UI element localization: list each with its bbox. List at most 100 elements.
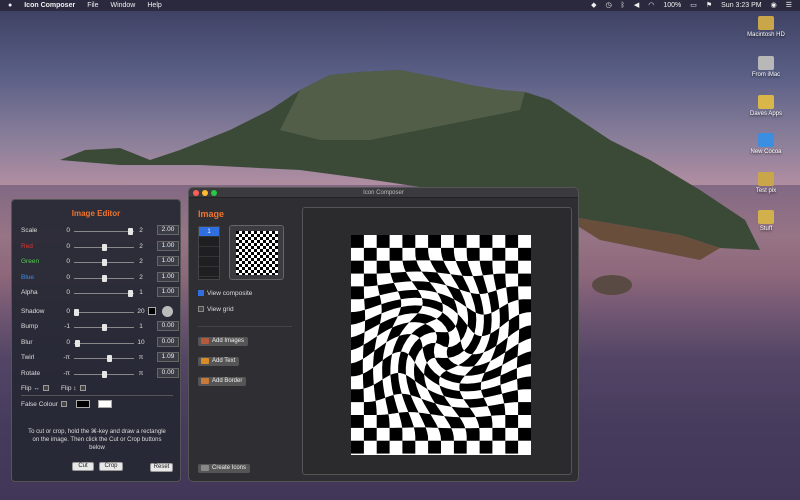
blur-value-field[interactable]: 0.00 — [157, 336, 179, 347]
time-machine-icon[interactable]: ◷ — [606, 0, 612, 11]
slider-knob[interactable] — [102, 259, 107, 266]
slider-knob[interactable] — [102, 324, 107, 331]
false-colour-well-1[interactable] — [76, 400, 90, 408]
checker-square — [351, 260, 364, 274]
menu-file[interactable]: File — [87, 2, 98, 9]
flip-horizontal-checkbox[interactable] — [42, 385, 49, 392]
blur-slider[interactable] — [74, 339, 134, 347]
desktop-icon-stuff[interactable]: Stuff — [742, 210, 790, 232]
dropbox-icon[interactable]: ◆ — [591, 0, 596, 11]
slider-knob[interactable] — [74, 309, 79, 316]
wifi-icon[interactable]: ◠ — [648, 0, 654, 11]
desktop-icon-test-pix[interactable]: Test pix — [742, 172, 790, 194]
alpha-value-field[interactable]: 1.00 — [157, 287, 179, 297]
desktop-icon-daves-apps[interactable]: Daves Apps — [742, 95, 790, 117]
menu-help[interactable]: Help — [147, 2, 161, 9]
text-icon — [201, 358, 209, 364]
green-slider[interactable] — [74, 259, 134, 266]
view-composite-option[interactable]: View composite — [198, 290, 252, 297]
slider-knob[interactable] — [128, 290, 133, 297]
close-icon[interactable] — [193, 190, 199, 196]
battery-percent[interactable]: 100% — [663, 2, 681, 9]
slider-knob[interactable] — [102, 370, 107, 378]
false-colour-checkbox[interactable] — [60, 401, 67, 408]
image-thumbnail[interactable] — [229, 225, 284, 280]
battery-icon[interactable]: ▭ — [690, 0, 697, 11]
clock[interactable]: Sun 3:23 PM — [721, 2, 761, 9]
reset-button[interactable]: Reset — [150, 463, 173, 472]
volume-icon[interactable]: ◀ — [634, 0, 639, 11]
rotate-value-field[interactable]: 0.00 — [157, 367, 179, 378]
slider-max: 2 — [139, 227, 143, 234]
alpha-slider[interactable] — [74, 290, 134, 297]
desktop-icon-macintosh-hd[interactable]: Macintosh HD — [742, 16, 790, 38]
red-slider[interactable] — [74, 243, 134, 251]
image-canvas[interactable] — [302, 207, 572, 475]
slider-row-rotate: Rotate -π π 0.00 — [12, 367, 182, 380]
scale-slider[interactable] — [74, 228, 134, 235]
blue-slider[interactable] — [74, 274, 134, 282]
add-border-button[interactable]: Add Border — [198, 377, 247, 386]
slider-max: 2 — [139, 242, 143, 250]
desktop-icon-label: Macintosh HD — [747, 32, 785, 38]
slider-knob[interactable] — [107, 355, 112, 362]
scale-value-field[interactable]: 2.00 — [157, 225, 179, 235]
blue-value-field[interactable]: 1.00 — [157, 271, 179, 282]
view-grid-option[interactable]: View grid — [198, 306, 234, 313]
shadow-slider[interactable] — [74, 309, 134, 316]
shadow-angle-dial[interactable] — [162, 306, 173, 317]
flip-vertical-checkbox[interactable] — [79, 385, 86, 392]
add-text-button[interactable]: Add Text — [198, 357, 240, 366]
minimize-icon[interactable] — [202, 190, 208, 196]
image-slot-2[interactable] — [199, 237, 219, 247]
notification-center-icon[interactable]: ☰ — [786, 0, 792, 11]
crop-button[interactable]: Crop — [99, 462, 123, 471]
image-slot-4[interactable] — [199, 257, 219, 267]
slider-label: Scale — [21, 227, 38, 234]
bump-value-field[interactable]: 0.00 — [157, 321, 179, 331]
checker-square — [465, 428, 480, 441]
rotate-slider[interactable] — [74, 370, 134, 378]
divider — [198, 326, 292, 327]
red-value-field[interactable]: 1.00 — [157, 240, 179, 251]
slider-knob[interactable] — [128, 228, 133, 235]
bluetooth-icon[interactable]: ᛒ — [621, 0, 625, 11]
bump-slider[interactable] — [74, 324, 134, 331]
image-slot-1[interactable]: 1 — [199, 227, 219, 237]
desktop-icon-new-cocoa[interactable]: New Cocoa — [742, 133, 790, 155]
view-grid-checkbox[interactable] — [198, 306, 204, 313]
false-colour-well-2[interactable] — [98, 400, 112, 408]
window-titlebar[interactable]: Icon Composer — [189, 188, 578, 198]
menu-window[interactable]: Window — [110, 2, 135, 9]
add-images-button[interactable]: Add Images — [198, 337, 249, 346]
cut-button[interactable]: Cut — [72, 462, 94, 471]
menu-app-name[interactable]: Icon Composer — [24, 2, 75, 9]
twirl-value-field[interactable]: 1.09 — [157, 352, 179, 362]
checker-square — [479, 440, 493, 454]
slider-row-shadow: Shadow 0 20 — [12, 306, 182, 318]
desktop-icon-label: Test pix — [755, 188, 777, 194]
slider-knob[interactable] — [102, 274, 107, 282]
slider-knob[interactable] — [102, 243, 107, 251]
create-icons-button[interactable]: Create Icons — [198, 464, 251, 473]
slider-knob[interactable] — [75, 339, 80, 347]
flip-horizontal-label: Flip ↔ — [21, 385, 49, 392]
image-slot-5[interactable] — [199, 267, 219, 277]
siri-icon[interactable]: ◉ — [771, 0, 777, 11]
checker-square — [351, 235, 364, 248]
twirl-slider[interactable] — [74, 355, 134, 362]
flag-icon[interactable]: ⚑ — [706, 0, 712, 11]
checker-square — [517, 376, 531, 390]
slider-max: 20 — [137, 308, 145, 315]
shadow-color-well[interactable] — [148, 307, 156, 315]
image-slot-3[interactable] — [199, 247, 219, 257]
green-value-field[interactable]: 1.00 — [157, 256, 179, 266]
checker-square — [351, 415, 364, 428]
apple-menu-icon[interactable]: ● — [8, 0, 12, 11]
desktop-icon-from-imac[interactable]: From iMac — [742, 56, 790, 78]
view-composite-checkbox[interactable] — [198, 290, 204, 297]
zoom-icon[interactable] — [211, 190, 217, 196]
flip-v-text: Flip ↕ — [61, 385, 77, 392]
view-composite-label: View composite — [207, 290, 253, 297]
checker-square — [402, 440, 416, 454]
